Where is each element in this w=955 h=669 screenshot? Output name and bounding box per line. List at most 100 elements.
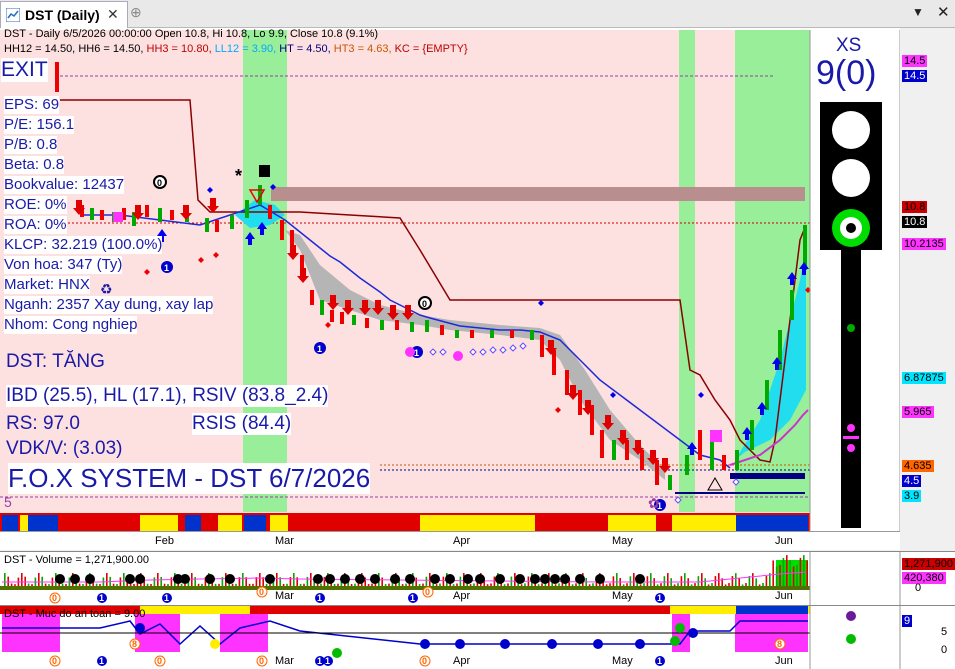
svg-text:0: 0 [52,656,57,666]
svg-text:8: 8 [777,639,782,649]
svg-text:1: 1 [317,344,322,354]
safety-tick: 0 [941,644,948,656]
bottom-number: 5 [4,494,12,510]
indicator-value: LL12 = 3.90, [214,43,280,55]
fundamental-item: Beta: 0.8 [4,156,65,174]
svg-text:1: 1 [410,593,415,603]
volume-panel[interactable]: 0 1 1 0 1 1 0 1 DST - Volume = 1,271,900… [0,551,955,605]
month-label: May [612,590,633,602]
xs-score: 9(0) [816,54,877,92]
volume-value-label: 1,271,900 [902,558,955,570]
window-menu-icon[interactable]: ▼ [912,5,924,19]
fundamentals-list: EPS: 69 P/E: 156.1 P/B: 0.8 Beta: 0.8 Bookva… [4,96,214,336]
close-tab-icon[interactable]: ✕ [107,6,119,23]
pin-icon[interactable]: ⊕ [130,4,142,21]
tab-title: DST (Daily) [25,7,100,23]
fox-title: F.O.X SYSTEM - DST 6/7/2026 [8,463,371,494]
month-label: Feb [155,535,174,547]
chart-tab[interactable]: DST (Daily) ✕ [0,1,128,28]
price-label: 14.5 [902,70,928,82]
safety-tick: 5 [941,626,948,638]
pink-dot [405,347,415,357]
svg-text:1: 1 [317,656,322,666]
svg-text:*: * [235,166,242,186]
month-label: Apr [453,655,471,667]
price-label: 5.965 [902,406,934,418]
month-label: Jun [775,590,793,602]
price-label: 10.2135 [902,238,946,250]
volume-tick: 0 [915,582,922,594]
volume-average-label: 420,380 [902,572,946,584]
title-bar: DST (Daily) ✕ ⊕ ▼ ✕ [0,0,955,28]
indicator-value: HT = 4.50, [279,43,334,55]
month-label: May [612,535,633,547]
date-axis: Feb Mar Apr May Jun [0,531,900,550]
month-label: Jun [775,535,793,547]
svg-text:1: 1 [99,593,104,603]
safety-title: DST - Muc do an toan = 9.00 [4,608,146,620]
month-label: Mar [275,655,294,667]
svg-text:0: 0 [157,656,162,666]
black-flag [259,165,270,177]
rsis-label: RSIS (84.4) [192,413,292,435]
fundamental-item: ROA: 0% [4,216,67,234]
traffic-pole [841,250,861,528]
indicator-value: HH12 = 14.50, [4,43,79,55]
indicator-value: KC = {EMPTY} [394,43,468,55]
svg-text:1: 1 [657,656,662,666]
svg-text:1: 1 [657,593,662,603]
exit-label: EXIT [1,58,48,82]
month-label: Mar [275,590,294,602]
ohlc-header: DST - Daily 6/5/2026 00:00:00 Open 10.8,… [4,28,379,40]
price-chart-panel[interactable]: 0 0 1 1 1 1 * ♻ ✿ DST - Daily 6/5/2026 0… [0,28,946,531]
trend-label: DST: TĂNG [6,351,105,372]
vdk-label: VDK/V: (3.03) [6,438,123,459]
indicator-value: HH3 = 10.80, [146,43,215,55]
rs-label: RS: 97.0 [6,413,80,434]
price-label: 10.8 [902,216,928,228]
price-label: 14.5 [902,55,928,67]
fundamental-item: Nhom: Cong nghiep [4,316,138,334]
flower-icon: ✿ [648,495,660,511]
traffic-lamp-1 [832,111,870,149]
ibd-label: IBD (25.5), HL (17.1), RSIV (83.8_2.4) [6,385,329,407]
svg-text:1: 1 [317,593,322,603]
indicator-value: HT3 = 4.63, [333,43,395,55]
svg-text:0: 0 [52,593,57,603]
fundamental-item: KLCP: 32.219 (100.0%) [4,236,163,254]
chart-icon [6,8,20,22]
fundamental-item: Nganh: 2357 Xay dung, xay lap [4,296,214,314]
traffic-lamp-2 [832,159,870,197]
fundamental-item: Von hoa: 347 (Ty) [4,256,123,274]
svg-text:1: 1 [164,593,169,603]
svg-text:1: 1 [325,656,330,666]
month-label: Mar [275,535,294,547]
bull-zone-1 [243,30,287,512]
resistance-box [271,187,805,201]
fundamental-item: EPS: 69 [4,96,60,114]
svg-text:0: 0 [422,656,427,666]
window-close-icon[interactable]: ✕ [937,3,950,21]
safety-panel[interactable]: 0 1 8 0 0 1 1 0 1 8 DST - Muc do an toan… [0,605,955,669]
support-box [730,473,805,479]
fundamental-item: Bookvalue: 12437 [4,176,125,194]
price-label: 4.5 [902,475,922,487]
fundamental-item: P/B: 0.8 [4,136,58,154]
price-label: 3.9 [902,490,922,502]
month-label: May [612,655,633,667]
price-label: 6.87875 [902,372,946,384]
safety-value-label: 9 [902,615,913,627]
svg-text:1: 1 [99,656,104,666]
month-label: Apr [453,590,471,602]
svg-text:0: 0 [259,656,264,666]
magenta-marker-2 [710,430,722,442]
fundamental-item: P/E: 156.1 [4,116,75,134]
month-label: Jun [775,655,793,667]
svg-text:0: 0 [422,299,427,309]
volume-title: DST - Volume = 1,271,900.00 [4,554,150,566]
signal-strip [0,513,810,531]
fundamental-item: Market: HNX [4,276,90,294]
svg-text:0: 0 [425,587,430,597]
indicator-header: HH12 = 14.50, HH6 = 14.50, HH3 = 10.80, … [4,43,468,55]
bull-zone-2 [679,30,695,512]
